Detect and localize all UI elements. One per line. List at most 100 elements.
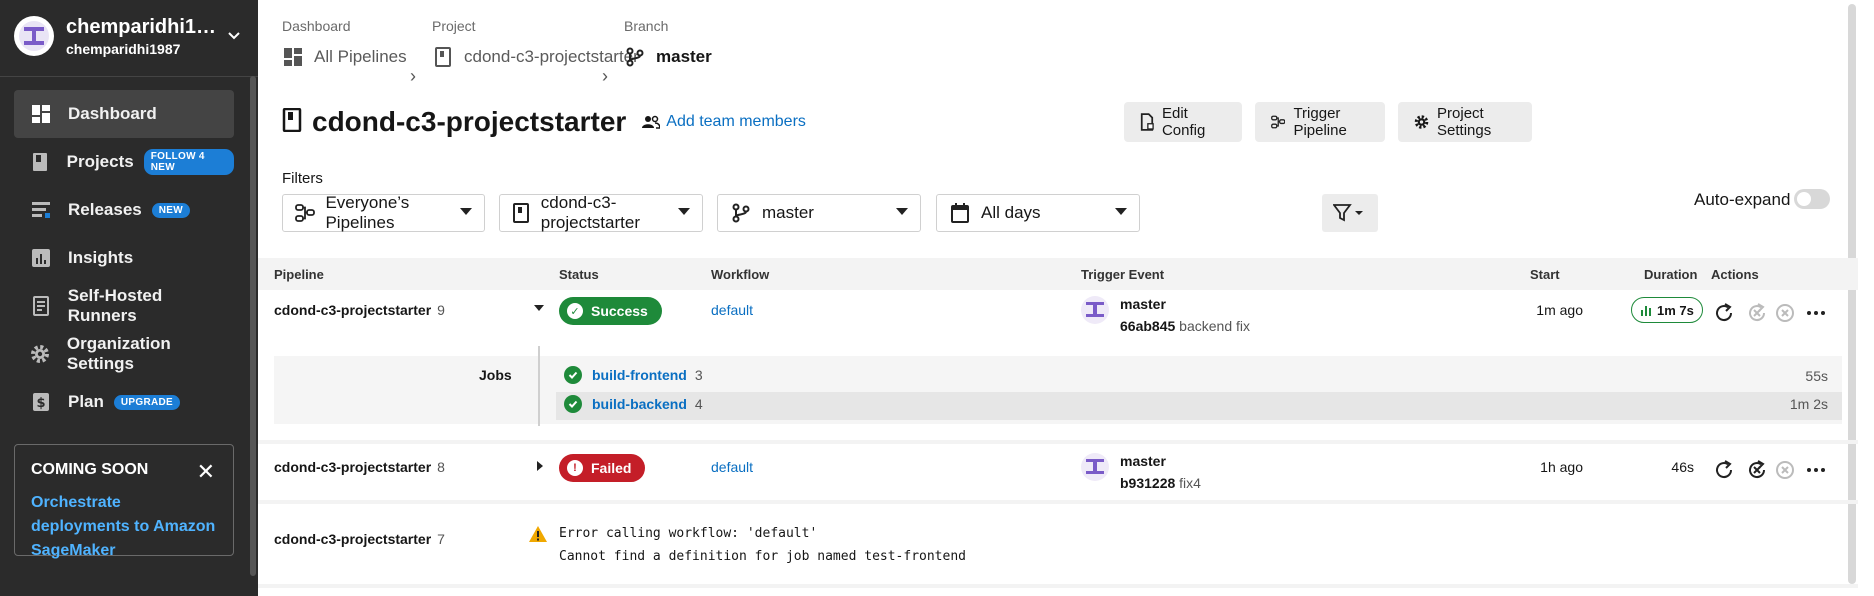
calendar-icon <box>949 202 971 224</box>
error-line: Error calling workflow: 'default' <box>559 526 818 541</box>
auto-expand-toggle[interactable] <box>1794 189 1830 209</box>
expand-toggle[interactable] <box>534 459 546 475</box>
sidebar-item-label: Dashboard <box>68 104 157 123</box>
sidebar-item-org-settings[interactable]: Organization Settings <box>14 330 234 378</box>
people-icon <box>642 115 661 129</box>
job-item[interactable]: build-frontend 3 <box>564 366 703 384</box>
sidebar-item-dashboard[interactable]: Dashboard <box>14 90 234 138</box>
sidebar-item-releases[interactable]: Releases NEW <box>14 186 234 234</box>
breadcrumb-value: cdond-c3-projectstarter <box>464 47 639 66</box>
chevron-right-icon: › <box>410 66 416 86</box>
branch-icon <box>730 202 752 224</box>
row-divider <box>258 500 1858 504</box>
project-settings-button[interactable]: Project Settings <box>1398 102 1532 142</box>
sagemaker-link[interactable]: Orchestrate deployments to Amazon SageMa… <box>31 491 217 563</box>
row-divider <box>258 440 1858 444</box>
more-options-icon[interactable] <box>1803 300 1829 326</box>
duration-label: 1m 7s <box>1657 302 1694 318</box>
branch-link[interactable]: master <box>624 46 712 68</box>
dashboard-icon <box>282 46 304 68</box>
add-team-members-link[interactable]: Add team members <box>642 113 806 131</box>
caret-down-icon <box>1115 208 1127 215</box>
releases-icon <box>30 199 52 221</box>
rerun-failed-icon[interactable] <box>1744 300 1770 326</box>
job-duration: 1m 2s <box>1789 396 1828 412</box>
table-row[interactable]: cdond-c3-projectstarter 7 <box>274 531 445 547</box>
days-filter-select[interactable]: All days <box>936 194 1140 232</box>
pipeline-name[interactable]: cdond-c3-projectstarter <box>274 459 431 475</box>
job-item[interactable]: build-backend 4 <box>564 395 703 413</box>
status-badge[interactable]: ✓ Success <box>559 297 662 325</box>
trigger-pipeline-label: Trigger Pipeline <box>1293 105 1347 139</box>
job-name[interactable]: build-frontend <box>592 367 687 383</box>
dashboard-icon <box>30 103 52 125</box>
project-icon <box>432 46 454 68</box>
upgrade-badge[interactable]: UPGRADE <box>113 394 181 410</box>
sidebar-scrollbar[interactable] <box>250 76 256 576</box>
status-badge[interactable]: ! Failed <box>559 454 646 482</box>
caret-down-icon <box>678 208 690 215</box>
follow-badge[interactable]: FOLLOW 4 NEW <box>143 149 234 175</box>
project-filter-select[interactable]: cdond-c3-projectstarter <box>499 193 703 232</box>
breadcrumb-label: Project <box>432 18 476 34</box>
sidebar-item-projects[interactable]: Projects FOLLOW 4 NEW <box>14 138 234 186</box>
workflow-link[interactable]: default <box>711 459 753 475</box>
duration-badge[interactable]: 1m 7s <box>1631 297 1703 323</box>
page-title: cdond-c3-projectstarter <box>312 106 627 137</box>
edit-config-button[interactable]: Edit Config <box>1124 102 1242 142</box>
new-badge: NEW <box>151 202 190 218</box>
rerun-icon[interactable] <box>1711 300 1737 326</box>
dollar-icon: $ <box>30 391 52 413</box>
breadcrumb-branch: Branch master <box>624 18 712 68</box>
expand-toggle[interactable] <box>533 301 545 317</box>
project-link[interactable]: cdond-c3-projectstarter <box>432 46 639 68</box>
commit-sha: 66ab845 <box>1120 318 1176 334</box>
workflow-link[interactable]: default <box>711 302 753 318</box>
select-value: Everyone’s Pipelines <box>325 193 410 232</box>
project-icon <box>512 202 531 224</box>
branch-filter-select[interactable]: master <box>717 194 921 232</box>
chevron-down-icon[interactable] <box>224 28 244 44</box>
select-value: cdond-c3-projectstarter <box>540 193 640 232</box>
job-name[interactable]: build-backend <box>592 396 687 412</box>
rerun-failed-icon[interactable] <box>1744 457 1770 483</box>
pipelines-filter-select[interactable]: Everyone’s Pipelines <box>282 193 485 232</box>
insights-icon <box>30 247 52 269</box>
warning-icon <box>528 525 548 546</box>
rerun-icon[interactable] <box>1711 457 1737 483</box>
close-icon[interactable]: ✕ <box>197 459 215 485</box>
trigger-commit[interactable]: b931228 fix4 <box>1120 475 1201 491</box>
page-scrollbar[interactable] <box>1848 4 1856 584</box>
column-header: Duration <box>1644 267 1698 282</box>
job-tree-line <box>538 346 540 426</box>
trigger-pipeline-button[interactable]: Trigger Pipeline <box>1255 102 1385 142</box>
breadcrumb-label: Branch <box>624 18 669 34</box>
pipeline-name[interactable]: cdond-c3-projectstarter <box>274 531 431 547</box>
org-switcher[interactable]: chemparidhi1… chemparidhi1987 <box>14 14 244 58</box>
table-row[interactable]: cdond-c3-projectstarter 8 <box>274 459 445 475</box>
pipeline-name[interactable]: cdond-c3-projectstarter <box>274 302 431 318</box>
start-time: 1m ago <box>1536 302 1583 318</box>
commit-message: fix4 <box>1179 475 1201 491</box>
trigger-commit[interactable]: 66ab845 backend fix <box>1120 318 1250 334</box>
cancel-icon[interactable] <box>1772 457 1798 483</box>
caret-down-icon <box>896 208 908 215</box>
sidebar-item-insights[interactable]: Insights <box>14 234 234 282</box>
runners-icon <box>30 295 52 317</box>
pipeline-number: 8 <box>437 459 445 475</box>
sidebar-item-plan[interactable]: $ Plan UPGRADE <box>14 378 234 426</box>
advanced-filter-button[interactable] <box>1322 194 1378 232</box>
check-icon <box>564 395 582 413</box>
breadcrumb-label: Dashboard <box>282 18 351 34</box>
table-row[interactable]: cdond-c3-projectstarter 9 <box>274 302 445 318</box>
check-icon: ✓ <box>567 303 583 319</box>
select-value: master <box>762 203 814 222</box>
org-username: chemparidhi1987 <box>66 40 181 57</box>
sidebar-item-runners[interactable]: Self-Hosted Runners <box>14 282 234 330</box>
more-options-icon[interactable] <box>1803 457 1829 483</box>
all-pipelines-link[interactable]: All Pipelines <box>282 46 407 68</box>
column-header: Status <box>559 267 599 282</box>
cancel-icon[interactable] <box>1772 300 1798 326</box>
sidebar-item-label: Organization Settings <box>66 334 171 373</box>
edit-config-label: Edit Config <box>1161 105 1206 139</box>
